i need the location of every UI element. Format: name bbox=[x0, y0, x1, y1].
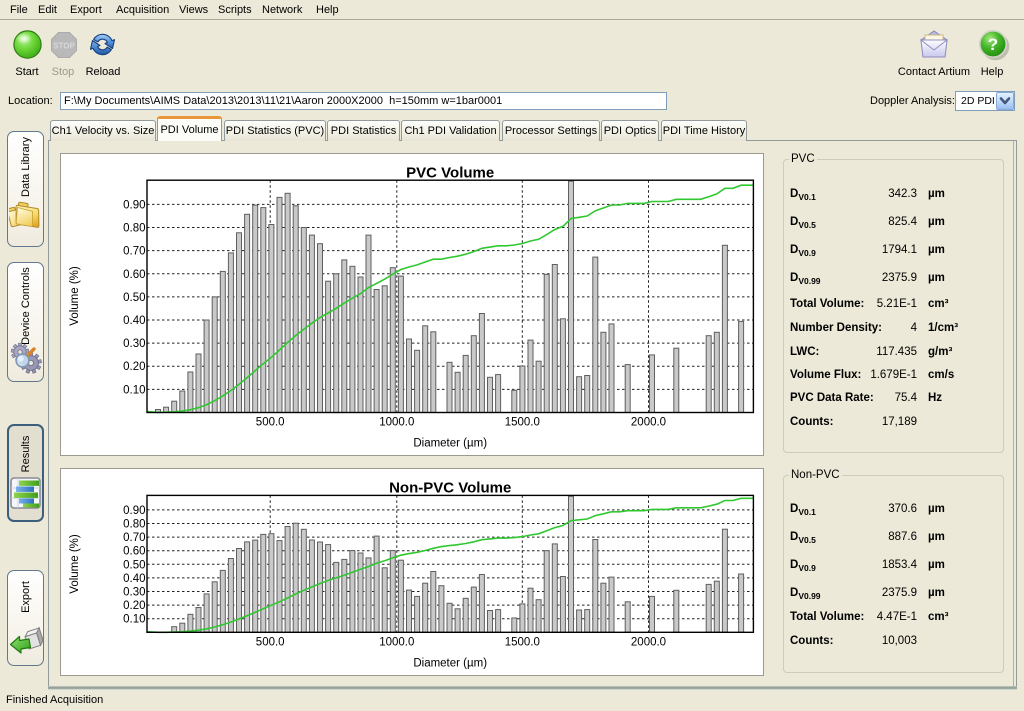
svg-text:1500.0: 1500.0 bbox=[505, 637, 540, 649]
svg-text:0.30: 0.30 bbox=[123, 338, 145, 350]
svg-text:1000.0: 1000.0 bbox=[379, 637, 414, 649]
svg-text:2000.0: 2000.0 bbox=[631, 637, 666, 649]
svg-text:0.20: 0.20 bbox=[123, 600, 145, 612]
svg-text:?: ? bbox=[988, 35, 998, 54]
svg-text:0.30: 0.30 bbox=[123, 587, 145, 599]
svg-text:0.40: 0.40 bbox=[123, 315, 145, 327]
svg-text:0.90: 0.90 bbox=[123, 199, 145, 211]
svg-text:0.50: 0.50 bbox=[123, 559, 145, 571]
svg-text:0.70: 0.70 bbox=[123, 246, 145, 258]
svg-text:0.60: 0.60 bbox=[123, 546, 145, 558]
svg-text:0.70: 0.70 bbox=[123, 532, 145, 544]
svg-text:Volume (%): Volume (%) bbox=[69, 534, 81, 594]
svg-text:0.10: 0.10 bbox=[123, 384, 145, 396]
svg-text:0.60: 0.60 bbox=[123, 269, 145, 281]
svg-text:0.50: 0.50 bbox=[123, 292, 145, 304]
svg-text:0.20: 0.20 bbox=[123, 361, 145, 373]
svg-text:500.0: 500.0 bbox=[256, 417, 285, 429]
svg-text:500.0: 500.0 bbox=[256, 637, 285, 649]
svg-text:Volume (%): Volume (%) bbox=[69, 266, 81, 326]
svg-text:STOP: STOP bbox=[53, 42, 75, 51]
svg-text:0.80: 0.80 bbox=[123, 223, 145, 235]
svg-text:PVC Volume: PVC Volume bbox=[406, 165, 494, 182]
svg-text:0.40: 0.40 bbox=[123, 573, 145, 585]
svg-text:Diameter (µm): Diameter (µm) bbox=[413, 658, 487, 670]
svg-text:1500.0: 1500.0 bbox=[505, 417, 540, 429]
svg-text:1000.0: 1000.0 bbox=[379, 417, 414, 429]
svg-text:2000.0: 2000.0 bbox=[631, 417, 666, 429]
svg-text:0.80: 0.80 bbox=[123, 519, 145, 531]
svg-text:0.90: 0.90 bbox=[123, 505, 145, 517]
svg-text:Non-PVC Volume: Non-PVC Volume bbox=[389, 480, 511, 497]
svg-text:Diameter (µm): Diameter (µm) bbox=[413, 438, 487, 450]
svg-text:0.10: 0.10 bbox=[123, 614, 145, 626]
